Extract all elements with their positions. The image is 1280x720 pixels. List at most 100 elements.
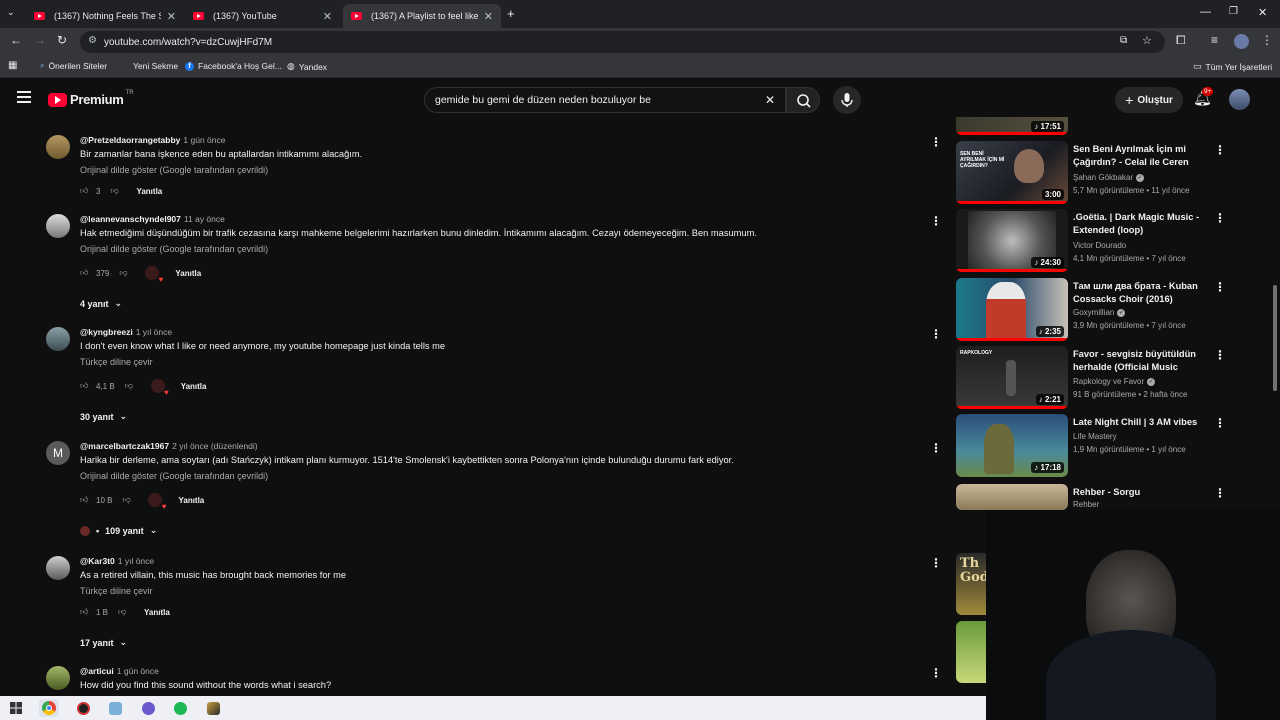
reply-button[interactable]: Yanıtla	[178, 496, 204, 505]
youtube-premium-logo[interactable]: Premium TR	[48, 90, 134, 107]
bookmark-star-icon[interactable]: ☆	[1142, 34, 1152, 47]
video-channel[interactable]: Victor Dourado	[1073, 241, 1126, 250]
video-menu-icon[interactable]: ⋮	[1214, 348, 1226, 362]
video-thumbnail[interactable]: ♪ 2:35	[956, 278, 1068, 341]
view-replies-button[interactable]: 30 yanıt ⌄	[80, 411, 127, 422]
previous-video-thumbnail[interactable]: ♪ 17:51	[956, 117, 1068, 135]
page-scrollbar-thumb[interactable]	[1273, 285, 1277, 391]
account-avatar[interactable]	[1229, 89, 1250, 110]
comment-author[interactable]: @kyngbreezi	[80, 327, 133, 337]
video-title[interactable]: .Goëtia. | Dark Magic Music - Extended (…	[1073, 211, 1208, 237]
comment-menu-icon[interactable]: ⋮	[930, 441, 942, 455]
video-menu-icon[interactable]: ⋮	[1214, 280, 1226, 294]
app-taskbar-icon[interactable]	[138, 699, 158, 717]
search-input[interactable]: gemide bu gemi de düzen neden bozuluyor …	[424, 87, 786, 113]
spotify-taskbar-icon[interactable]	[170, 699, 190, 717]
comment-author[interactable]: @leannevanschyndel907	[80, 214, 181, 224]
voice-search-button[interactable]	[833, 86, 861, 114]
new-tab-icon[interactable]: +	[507, 6, 515, 21]
comment-author[interactable]: @articui	[80, 666, 114, 676]
minimize-icon[interactable]: —	[1200, 6, 1211, 18]
apps-grid-icon[interactable]: ▦	[8, 60, 17, 71]
app-taskbar-icon[interactable]	[73, 699, 93, 717]
recommended-video[interactable]: RAPKOLOGY ♪ 2:21 Favor - sevgisiz büyütü…	[956, 346, 1226, 410]
view-replies-button[interactable]: • 109 yanıt ⌄	[80, 525, 157, 536]
extensions-icon[interactable]: ⧠	[1176, 33, 1186, 48]
dislike-icon[interactable]: 👎︎	[118, 607, 132, 617]
comment-time[interactable]: 11 ay önce	[184, 214, 225, 224]
comment-time[interactable]: 1 yıl önce	[136, 327, 172, 337]
like-icon[interactable]: 👍︎	[80, 495, 94, 505]
video-thumbnail[interactable]: ♪ 17:18	[956, 414, 1068, 477]
video-thumbnail[interactable]: RAPKOLOGY ♪ 2:21	[956, 346, 1068, 409]
video-thumbnail[interactable]: ♪ 24:30	[956, 209, 1068, 272]
browser-tab-2[interactable]: (1367) YouTube ✕	[185, 4, 340, 28]
video-title[interactable]: Там шли два брата - Kuban Cossacks Choir…	[1073, 280, 1208, 306]
bookmark-facebook[interactable]: f Facebook'a Hoş Gel...	[185, 61, 282, 71]
dislike-icon[interactable]: 👎︎	[122, 495, 136, 505]
recommended-video[interactable]: ♪ 17:18 Late Night Chill | 3 AM vibes Li…	[956, 414, 1226, 478]
like-icon[interactable]: 👍︎	[80, 381, 94, 391]
search-button[interactable]	[786, 87, 820, 113]
app-taskbar-icon[interactable]	[105, 699, 125, 717]
commenter-avatar[interactable]	[46, 556, 70, 580]
video-menu-icon[interactable]: ⋮	[1214, 211, 1226, 225]
translate-link[interactable]: Orijinal dilde göster (Google tarafından…	[80, 244, 268, 254]
comment-time[interactable]: 1 gün önce	[183, 135, 225, 145]
all-bookmarks[interactable]: ▭ Tüm Yer İşaretleri	[1193, 61, 1272, 72]
close-tab-icon[interactable]: ✕	[323, 10, 332, 23]
translate-link[interactable]: Türkçe diline çevir	[80, 586, 153, 596]
comment-author[interactable]: @Pretzeldaorrangetabby	[80, 135, 180, 145]
partial-video-thumbnail[interactable]: Th God	[956, 553, 986, 615]
view-replies-button[interactable]: 17 yanıt ⌄	[80, 637, 127, 648]
reply-button[interactable]: Yanıtla	[175, 269, 201, 278]
comment-menu-icon[interactable]: ⋮	[930, 666, 942, 680]
video-channel[interactable]: Life Mastery	[1073, 432, 1117, 441]
dislike-icon[interactable]: 👎︎	[125, 381, 139, 391]
tab-list-icon[interactable]: ≡	[1211, 33, 1218, 47]
address-bar[interactable]: ⚙ youtube.com/watch?v=dzCuwjHFd7M ⧉ ☆	[80, 31, 1165, 53]
create-button[interactable]: + Oluştur	[1115, 87, 1183, 113]
video-title[interactable]: Favor - sevgisiz büyütüldün herhalde (Of…	[1073, 348, 1208, 375]
comment-menu-icon[interactable]: ⋮	[930, 327, 942, 341]
video-channel[interactable]: Şahan Gökbakar ✓	[1073, 173, 1145, 182]
video-menu-icon[interactable]: ⋮	[1214, 416, 1226, 430]
back-icon[interactable]: ←	[10, 33, 22, 47]
close-tab-icon[interactable]: ✕	[167, 10, 176, 23]
reply-button[interactable]: Yanıtla	[136, 187, 162, 196]
video-title[interactable]: Rehber - Sorgu	[1073, 486, 1208, 499]
browser-tab-1[interactable]: (1367) Nothing Feels The Sam ✕	[26, 4, 184, 28]
commenter-avatar[interactable]: M	[46, 441, 70, 465]
dislike-icon[interactable]: 👎︎	[119, 268, 133, 278]
like-icon[interactable]: 👍︎	[80, 268, 94, 278]
restore-icon[interactable]: ❐	[1229, 6, 1238, 17]
comment-menu-icon[interactable]: ⋮	[930, 214, 942, 228]
video-title[interactable]: Sen Beni Ayrılmak İçin mi Çağırdın? - Ce…	[1073, 143, 1208, 169]
view-replies-button[interactable]: 4 yanıt ⌄	[80, 298, 122, 309]
comment-time[interactable]: 2 yıl önce (düzenlendi)	[172, 441, 258, 451]
video-title[interactable]: Late Night Chill | 3 AM vibes	[1073, 416, 1208, 429]
app-taskbar-icon[interactable]	[203, 699, 223, 717]
video-thumbnail[interactable]: SEN BENİ AYRILMAK İÇİN Mİ ÇAĞIRDIN? 3:00	[956, 141, 1068, 204]
clear-search-icon[interactable]: ✕	[765, 93, 775, 107]
bookmark-suggested-sites[interactable]: ⌕ Önerilen Siteler	[40, 61, 107, 71]
windows-start-icon[interactable]	[6, 699, 26, 717]
browser-tab-3-active[interactable]: (1367) A Playlist to feel like a "l ✕	[343, 4, 501, 28]
reply-button[interactable]: Yanıtla	[144, 608, 170, 617]
cast-icon[interactable]: ⧉	[1120, 35, 1127, 46]
reload-icon[interactable]: ↻	[57, 33, 67, 47]
comment-menu-icon[interactable]: ⋮	[930, 556, 942, 570]
recommended-video[interactable]: SEN BENİ AYRILMAK İÇİN Mİ ÇAĞIRDIN? 3:00…	[956, 141, 1226, 205]
like-icon[interactable]: 👍︎	[80, 186, 94, 196]
video-menu-icon[interactable]: ⋮	[1214, 143, 1226, 157]
commenter-avatar[interactable]	[46, 214, 70, 238]
hamburger-menu-icon[interactable]	[17, 91, 31, 103]
profile-avatar[interactable]	[1234, 34, 1249, 49]
forward-icon[interactable]: →	[34, 33, 46, 47]
commenter-avatar[interactable]	[46, 327, 70, 351]
close-window-icon[interactable]: ✕	[1258, 6, 1267, 19]
bookmark-yandex[interactable]: ◍ Yandex	[287, 61, 327, 72]
translate-link[interactable]: Türkçe diline çevir	[80, 357, 153, 367]
bookmark-new-tab[interactable]: Yeni Sekme	[133, 61, 178, 71]
close-tab-icon[interactable]: ✕	[484, 10, 493, 23]
